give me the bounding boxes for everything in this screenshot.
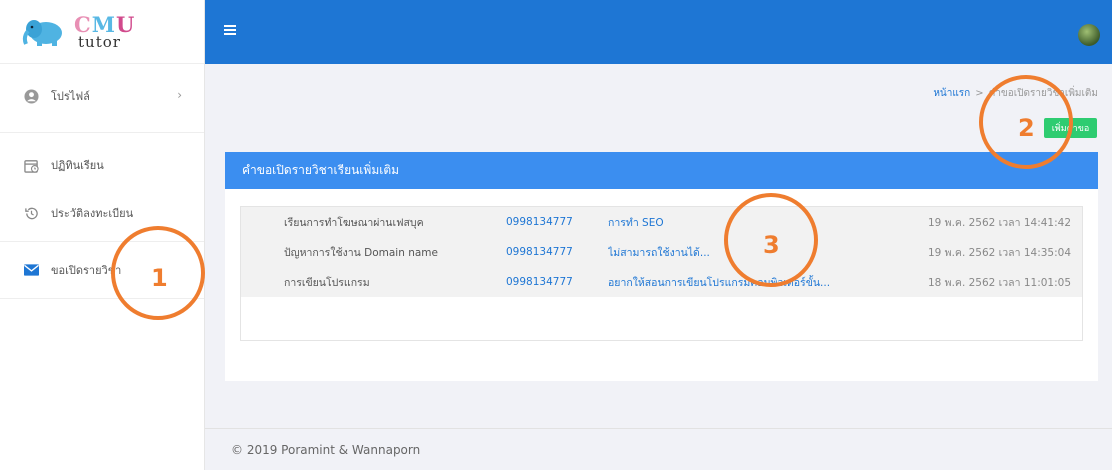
card-header: คำขอเปิดรายวิชาเรียนเพิ่มเติม: [225, 152, 1098, 189]
annotation-number-1: 1: [151, 264, 168, 292]
request-card: คำขอเปิดรายวิชาเรียนเพิ่มเติม เรียนการทำ…: [225, 152, 1098, 381]
annotation-number-2: 2: [1018, 114, 1035, 142]
sidebar-item-profile[interactable]: โปรไฟล์ ›: [0, 64, 204, 128]
history-icon: [23, 205, 39, 221]
breadcrumb-separator: >: [975, 88, 984, 99]
row-phone[interactable]: 0998134777: [506, 276, 573, 288]
card-title: คำขอเปิดรายวิชาเรียนเพิ่มเติม: [242, 163, 400, 177]
sidebar-item-calendar[interactable]: ปฏิทินเรียน: [0, 141, 204, 189]
row-message-link[interactable]: การทำ SEO: [608, 214, 664, 231]
table-row[interactable]: เรียนการทำโฆษณาผ่านเฟสบุค 0998134777 การ…: [241, 207, 1082, 237]
sidebar-item-label: ประวัติลงทะเบียน: [51, 207, 134, 220]
sidebar-item-label: ปฏิทินเรียน: [51, 159, 104, 172]
annotation-number-3: 3: [763, 231, 780, 259]
user-avatar[interactable]: [1078, 24, 1100, 46]
row-message-link[interactable]: ไม่สามารถใช้งานได้...: [608, 244, 710, 261]
row-date: 19 พ.ค. 2562 เวลา 14:35:04: [927, 246, 1071, 259]
row-phone[interactable]: 0998134777: [506, 216, 573, 228]
chevron-right-icon: ›: [177, 88, 182, 102]
envelope-icon: [23, 262, 39, 278]
breadcrumb-home-link[interactable]: หน้าแรก: [933, 88, 970, 99]
logo[interactable]: CMU tutor: [0, 0, 204, 64]
row-subject: ปัญหาการใช้งาน Domain name: [284, 246, 438, 259]
logo-subtitle: tutor: [78, 32, 121, 51]
calendar-icon: [23, 157, 39, 173]
table-row[interactable]: ปัญหาการใช้งาน Domain name 0998134777 ไม…: [241, 237, 1082, 267]
user-circle-icon: [23, 88, 39, 104]
row-date: 19 พ.ค. 2562 เวลา 14:41:42: [927, 216, 1071, 229]
logo-text: CMU tutor: [74, 14, 135, 50]
row-date: 18 พ.ค. 2562 เวลา 11:01:05: [927, 276, 1071, 289]
logo-title: CMU: [74, 14, 135, 35]
table-row[interactable]: การเขียนโปรแกรม 0998134777 อยากให้สอนการ…: [241, 267, 1082, 297]
footer: © 2019 Poramint & Wannaporn: [205, 428, 1112, 470]
top-bar: [205, 0, 1112, 64]
hamburger-icon[interactable]: [224, 25, 236, 35]
row-subject: การเขียนโปรแกรม: [284, 276, 370, 289]
row-subject: เรียนการทำโฆษณาผ่านเฟสบุค: [284, 216, 424, 229]
row-phone[interactable]: 0998134777: [506, 246, 573, 258]
divider: [0, 132, 204, 133]
sidebar-item-label: โปรไฟล์: [51, 90, 90, 103]
footer-copyright: © 2019 Poramint & Wannaporn: [231, 443, 421, 457]
elephant-icon: [22, 19, 62, 46]
request-table: เรียนการทำโฆษณาผ่านเฟสบุค 0998134777 การ…: [240, 206, 1083, 341]
